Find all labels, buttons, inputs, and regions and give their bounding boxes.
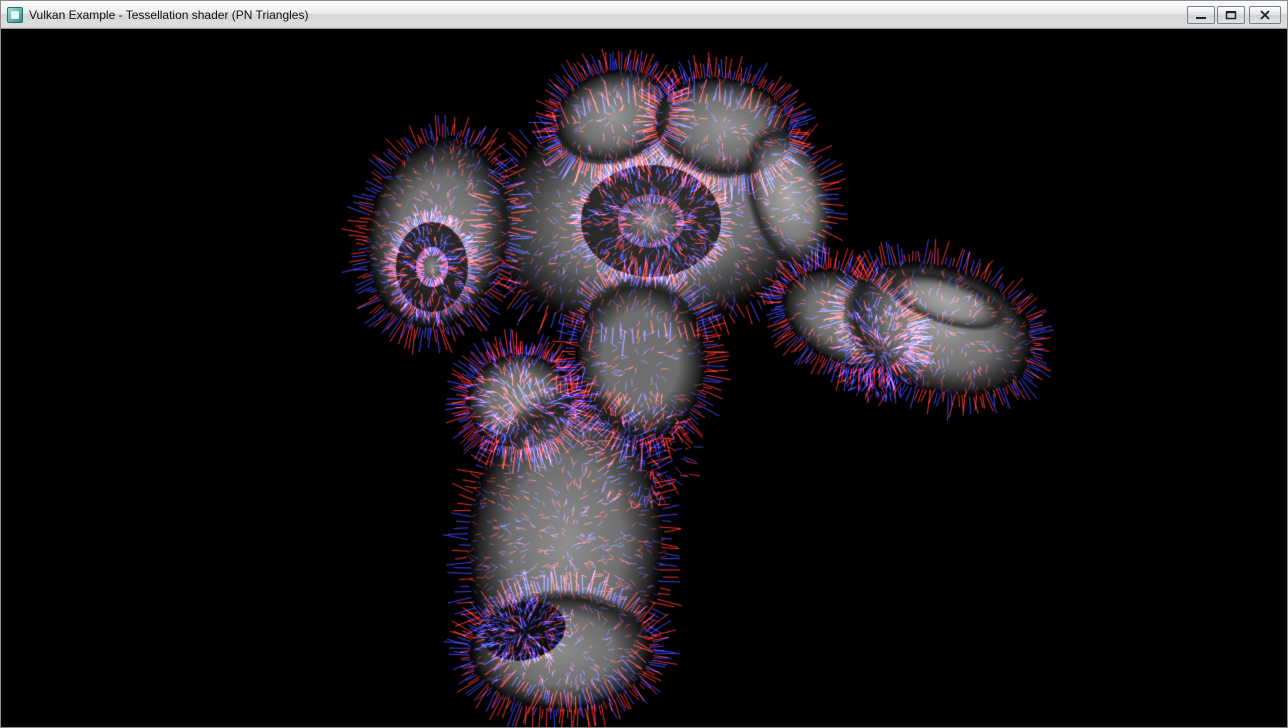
minimize-button[interactable] [1187,6,1215,24]
render-canvas[interactable] [1,29,1287,727]
close-button[interactable] [1249,6,1281,24]
minimize-icon [1195,10,1207,20]
app-window: Vulkan Example - Tessellation shader (PN… [0,0,1288,728]
window-controls [1187,6,1281,24]
maximize-icon [1225,10,1237,20]
titlebar[interactable]: Vulkan Example - Tessellation shader (PN… [1,1,1287,29]
close-icon [1259,10,1271,20]
app-icon [7,7,23,23]
window-title: Vulkan Example - Tessellation shader (PN… [29,8,1187,22]
maximize-button[interactable] [1217,6,1245,24]
